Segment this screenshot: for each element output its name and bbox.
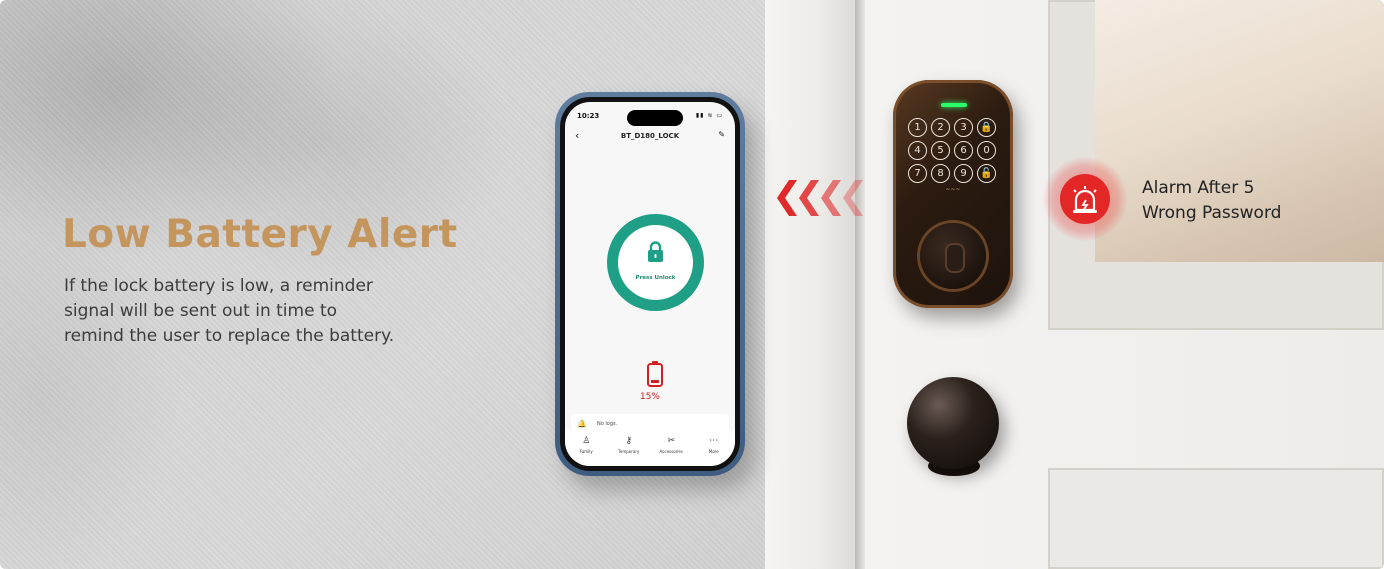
key-cylinder (920, 223, 986, 289)
unlock-button-face: Press Unlock (618, 225, 693, 300)
low-battery-icon (647, 361, 663, 387)
app-screen: 10:23 ▮▮ ≋ ▭ ‹ BT_D180_LOCK ✎ Press Unlo… (565, 102, 735, 466)
tab-more[interactable]: ⋯ More (696, 436, 732, 466)
product-banner: 1 2 3 🔒 4 5 6 0 7 8 9 🔓 ~~~ 10:23 ▮▮ ≋ ▭… (0, 0, 1384, 569)
keypad-key: 4 (908, 141, 927, 160)
tools-icon: ✂ (667, 436, 676, 446)
signal-arrows-icon (777, 180, 863, 216)
key-icon: ⚷ (625, 436, 633, 446)
keypad-key: 🔓 (977, 164, 996, 183)
door-scene (765, 0, 1384, 569)
phone-bezel: 10:23 ▮▮ ≋ ▭ ‹ BT_D180_LOCK ✎ Press Unlo… (560, 97, 740, 471)
tab-accessories[interactable]: ✂ Accessories (653, 436, 689, 466)
description-line: remind the user to replace the battery. (64, 326, 395, 346)
alarm-badge (1060, 174, 1110, 224)
alarm-caption-line: Wrong Password (1142, 203, 1282, 223)
more-icon: ⋯ (709, 436, 719, 446)
tab-label: Temporary (618, 449, 640, 454)
dynamic-island (627, 110, 683, 126)
keypad-key: 7 (908, 164, 927, 183)
keypad-key: 1 (908, 118, 927, 137)
log-text: No logs. (597, 421, 618, 427)
lock-brand-logo: ~~~ (945, 186, 961, 193)
door-frame-edge (855, 0, 865, 569)
press-unlock-button[interactable]: Press Unlock (607, 214, 704, 311)
status-icons: ▮▮ ≋ ▭ (695, 112, 723, 119)
lock-keypad: 1 2 3 🔒 4 5 6 0 7 8 9 🔓 (908, 118, 996, 183)
battery-percentage: 15% (639, 392, 660, 402)
status-led (941, 103, 967, 107)
bell-icon: 🔔 (577, 419, 587, 429)
edit-icon[interactable]: ✎ (718, 130, 725, 139)
keypad-key: 6 (954, 141, 973, 160)
keypad-key: 9 (954, 164, 973, 183)
keypad-key: 8 (931, 164, 950, 183)
alarm-caption-line: Alarm After 5 (1142, 178, 1255, 198)
alarm-caption: Alarm After 5 Wrong Password (1142, 176, 1281, 226)
tab-label: Accessories (659, 449, 683, 454)
keypad-key: 🔒 (977, 118, 996, 137)
keypad-key: 2 (931, 118, 950, 137)
headline: Low Battery Alert (62, 212, 458, 257)
tab-label: More (708, 449, 719, 454)
door-lower-panel (1048, 468, 1384, 569)
keypad-key: 0 (977, 141, 996, 160)
phone-mockup: 10:23 ▮▮ ≋ ▭ ‹ BT_D180_LOCK ✎ Press Unlo… (555, 92, 745, 476)
alarm-siren-icon (1073, 186, 1097, 213)
description-line: If the lock battery is low, a reminder (64, 276, 373, 296)
feature-description: If the lock battery is low, a reminder s… (64, 274, 484, 349)
press-unlock-label: Press Unlock (635, 275, 676, 281)
tab-label: Family (579, 449, 593, 454)
tab-family[interactable]: ♙ Family (568, 436, 604, 466)
tab-temporary[interactable]: ⚷ Temporary (611, 436, 647, 466)
family-icon: ♙ (582, 436, 591, 446)
device-title: BT_D180_LOCK (620, 132, 680, 140)
door-knob (907, 377, 999, 469)
keypad-key: 3 (954, 118, 973, 137)
status-time: 10:23 (577, 112, 600, 120)
padlock-icon (648, 241, 663, 262)
smart-deadbolt-lock: 1 2 3 🔒 4 5 6 0 7 8 9 🔓 ~~~ (893, 80, 1013, 308)
app-tab-bar: ♙ Family ⚷ Temporary ✂ Accessories ⋯ Mor… (565, 430, 735, 466)
door-frame (765, 0, 857, 569)
keypad-key: 5 (931, 141, 950, 160)
description-line: signal will be sent out in time to (64, 301, 338, 321)
